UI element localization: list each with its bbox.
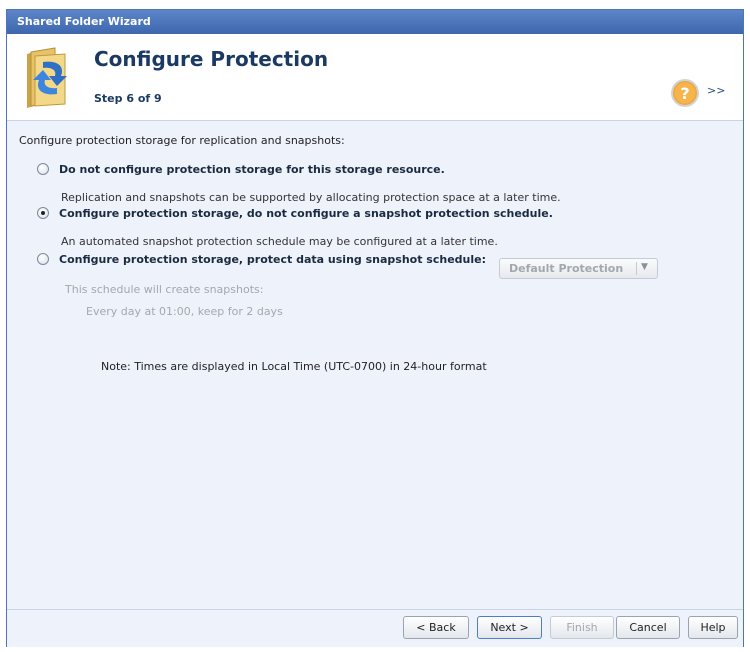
expand-toggle[interactable]: >>: [707, 84, 725, 97]
cancel-button[interactable]: Cancel: [616, 616, 680, 639]
option-no-protection[interactable]: Do not configure protection storage for …: [37, 161, 445, 177]
radio-button[interactable]: [37, 253, 49, 265]
page-title: Configure Protection: [94, 47, 329, 71]
option-description: An automated snapshot protection schedul…: [61, 235, 498, 248]
option-label: Configure protection storage, protect da…: [59, 252, 486, 266]
schedule-select[interactable]: Default Protection ▼: [499, 258, 658, 279]
next-button[interactable]: Next >: [477, 616, 542, 639]
option-label: Configure protection storage, do not con…: [59, 206, 553, 220]
timezone-note: Note: Times are displayed in Local Time …: [101, 360, 487, 373]
button-bar: < Back Next > Finish Cancel Help: [7, 609, 743, 647]
help-button[interactable]: Help: [688, 616, 738, 639]
svg-text:?: ?: [680, 84, 689, 103]
folder-wizard-icon: [21, 44, 73, 110]
dropdown-arrow-icon[interactable]: ▼: [641, 262, 648, 272]
step-indicator: Step 6 of 9: [94, 92, 162, 105]
option-protection-no-schedule[interactable]: Configure protection storage, do not con…: [37, 205, 553, 221]
schedule-select-value: Default Protection: [509, 262, 624, 275]
window-title: Shared Folder Wizard: [7, 10, 743, 34]
radio-button-selected[interactable]: [37, 207, 49, 219]
help-icon[interactable]: ?: [670, 78, 700, 108]
wizard-dialog: Shared Folder Wizard Configure Protectio…: [6, 9, 744, 647]
finish-button[interactable]: Finish: [550, 616, 614, 639]
back-button[interactable]: < Back: [403, 616, 469, 639]
option-label: Do not configure protection storage for …: [59, 162, 445, 176]
radio-button[interactable]: [37, 163, 49, 175]
wizard-header: Configure Protection Step 6 of 9 ? >>: [7, 34, 743, 121]
option-description: Replication and snapshots can be support…: [61, 191, 561, 204]
schedule-info: This schedule will create snapshots:: [65, 283, 264, 296]
wizard-content: Configure protection storage for replica…: [7, 121, 743, 609]
option-protection-with-schedule[interactable]: Configure protection storage, protect da…: [37, 251, 486, 267]
select-divider: [636, 262, 637, 275]
intro-text: Configure protection storage for replica…: [19, 134, 345, 147]
schedule-detail: Every day at 01:00, keep for 2 days: [86, 305, 283, 318]
